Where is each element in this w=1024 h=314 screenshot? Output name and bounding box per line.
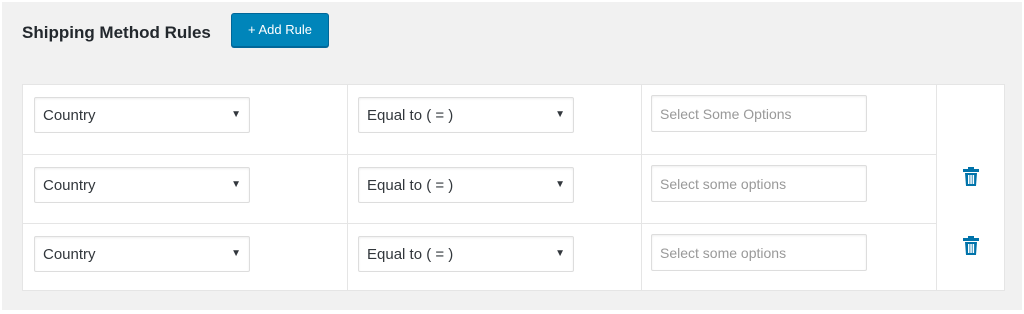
field-select-value: Country <box>43 246 96 263</box>
rules-table: Country ▼ Equal to ( = ) ▼ Select Some O… <box>22 84 1005 291</box>
value-multiselect[interactable]: Select some options <box>651 234 867 271</box>
delete-rule-button[interactable] <box>962 236 980 256</box>
chevron-down-icon: ▼ <box>231 179 241 190</box>
shipping-method-rules-panel: Shipping Method Rules + Add Rule Country… <box>2 2 1022 310</box>
chevron-down-icon: ▼ <box>231 109 241 120</box>
chevron-down-icon: ▼ <box>555 179 565 190</box>
value-multiselect[interactable]: Select Some Options <box>651 95 867 132</box>
chevron-down-icon: ▼ <box>555 109 565 120</box>
operator-select[interactable]: Equal to ( = ) ▼ <box>358 236 574 272</box>
trash-icon <box>963 236 979 255</box>
field-select[interactable]: Country ▼ <box>34 167 250 203</box>
field-select[interactable]: Country ▼ <box>34 97 250 133</box>
rule-row: Country ▼ Equal to ( = ) ▼ Select Some O… <box>23 85 937 154</box>
delete-rule-button[interactable] <box>962 167 980 187</box>
value-multiselect[interactable]: Select some options <box>651 165 867 202</box>
operator-select[interactable]: Equal to ( = ) ▼ <box>358 97 574 133</box>
operator-select[interactable]: Equal to ( = ) ▼ <box>358 167 574 203</box>
rule-row: Country ▼ Equal to ( = ) ▼ Select some o… <box>23 154 937 224</box>
value-multiselect-placeholder: Select some options <box>660 245 787 261</box>
rule-row: Country ▼ Equal to ( = ) ▼ Select some o… <box>23 223 937 293</box>
value-multiselect-placeholder: Select some options <box>660 176 787 192</box>
field-select-value: Country <box>43 177 96 194</box>
value-multiselect-placeholder: Select Some Options <box>660 106 792 122</box>
operator-select-value: Equal to ( = ) <box>367 246 454 263</box>
chevron-down-icon: ▼ <box>555 248 565 259</box>
field-select[interactable]: Country ▼ <box>34 236 250 272</box>
chevron-down-icon: ▼ <box>231 248 241 259</box>
page-title: Shipping Method Rules <box>22 23 211 42</box>
field-select-value: Country <box>43 107 96 124</box>
operator-select-value: Equal to ( = ) <box>367 107 454 124</box>
operator-select-value: Equal to ( = ) <box>367 177 454 194</box>
trash-icon <box>963 167 979 186</box>
add-rule-button[interactable]: + Add Rule <box>231 13 329 47</box>
